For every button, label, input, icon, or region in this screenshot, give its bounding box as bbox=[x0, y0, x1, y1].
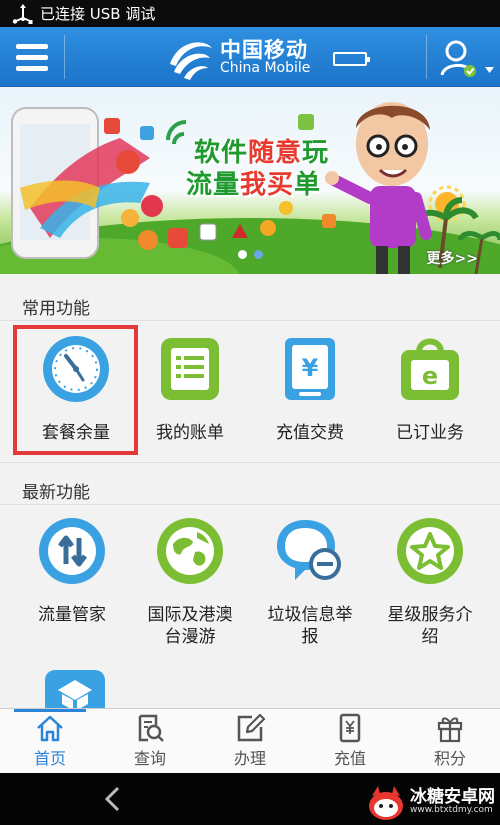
menu-icon bbox=[16, 43, 48, 49]
search-doc-icon bbox=[138, 714, 164, 742]
feature-label: 已订业务 bbox=[396, 423, 464, 443]
feature-label: 国际及港澳 台漫游 bbox=[147, 605, 233, 647]
globe-icon bbox=[157, 518, 223, 584]
recharge-icon bbox=[339, 713, 361, 743]
bottom-tab-bar: 首页 查询 办理 充值 积分 bbox=[0, 708, 500, 773]
back-icon[interactable] bbox=[100, 785, 126, 813]
tab-recharge[interactable]: 充值 bbox=[300, 709, 400, 773]
site-watermark: 冰糖安卓网 www.btxtdmy.com bbox=[366, 780, 500, 824]
feature-data-manager[interactable]: 流量管家 bbox=[12, 516, 132, 626]
shopping-bag-icon: e bbox=[401, 338, 459, 400]
svg-text:e: e bbox=[422, 362, 438, 390]
common-features-title: 常用功能 bbox=[22, 299, 90, 319]
watermark-name: 冰糖安卓网 bbox=[410, 786, 495, 807]
banner-page-indicator bbox=[238, 250, 263, 259]
logo-english-text: China Mobile bbox=[220, 59, 311, 76]
china-mobile-logo: 中国移动 China Mobile bbox=[164, 33, 324, 81]
battery-icon bbox=[333, 52, 370, 66]
feature-label: 我的账单 bbox=[156, 423, 224, 443]
menu-button[interactable] bbox=[10, 37, 54, 77]
watermark-logo-icon bbox=[369, 786, 403, 820]
message-block-icon bbox=[277, 520, 341, 580]
banner-dot bbox=[238, 250, 247, 259]
new-features-title: 最新功能 bbox=[22, 483, 90, 503]
status-bar: 已连接 USB 调试 bbox=[0, 0, 500, 27]
svg-text:¥: ¥ bbox=[302, 354, 319, 382]
yuan-card-icon: ¥ bbox=[285, 338, 335, 400]
banner-dot-active bbox=[254, 250, 263, 259]
feature-subscribed-services[interactable]: e 已订业务 bbox=[370, 334, 490, 444]
feature-label: 充值交费 bbox=[276, 423, 344, 443]
app-header: 中国移动 China Mobile bbox=[0, 27, 500, 87]
edit-icon bbox=[237, 713, 266, 742]
tab-handle[interactable]: 办理 bbox=[200, 709, 300, 773]
feature-my-bill[interactable]: 我的账单 bbox=[130, 334, 250, 444]
feature-label: 流量管家 bbox=[38, 605, 106, 625]
bill-icon bbox=[161, 338, 219, 400]
feature-label: 星级服务介 绍 bbox=[387, 605, 473, 647]
feature-international-roaming[interactable]: 国际及港澳 台漫游 bbox=[130, 516, 250, 648]
feature-spam-report[interactable]: 垃圾信息举 报 bbox=[250, 516, 370, 648]
feature-recharge[interactable]: ¥ 充值交费 bbox=[250, 334, 370, 444]
gift-icon bbox=[437, 717, 463, 743]
watermark-url: www.btxtdmy.com bbox=[410, 805, 493, 816]
user-account-button[interactable] bbox=[436, 35, 496, 81]
banner-more-link[interactable]: 更多>> bbox=[427, 248, 478, 268]
feature-label: 垃圾信息举 报 bbox=[267, 605, 353, 647]
promo-banner[interactable]: 软件随意玩 流量我买单 更多>> bbox=[0, 88, 500, 274]
china-mobile-logo-icon bbox=[170, 42, 212, 80]
highlight-box bbox=[13, 325, 138, 455]
banner-title-line2: 流量我买单 bbox=[186, 170, 322, 200]
feature-star-service[interactable]: 星级服务介 绍 bbox=[370, 516, 490, 648]
up-down-arrows-icon bbox=[39, 518, 105, 584]
usb-debug-text: 已连接 USB 调试 bbox=[40, 5, 156, 23]
tab-points[interactable]: 积分 bbox=[400, 709, 500, 773]
logo-chinese-text: 中国移动 bbox=[220, 37, 308, 62]
usb-icon bbox=[12, 3, 33, 24]
user-icon bbox=[440, 40, 494, 77]
star-icon bbox=[397, 518, 463, 584]
tab-query[interactable]: 查询 bbox=[100, 709, 200, 773]
tab-home[interactable]: 首页 bbox=[0, 709, 100, 773]
cube-icon[interactable] bbox=[40, 666, 110, 710]
home-icon bbox=[37, 715, 63, 742]
